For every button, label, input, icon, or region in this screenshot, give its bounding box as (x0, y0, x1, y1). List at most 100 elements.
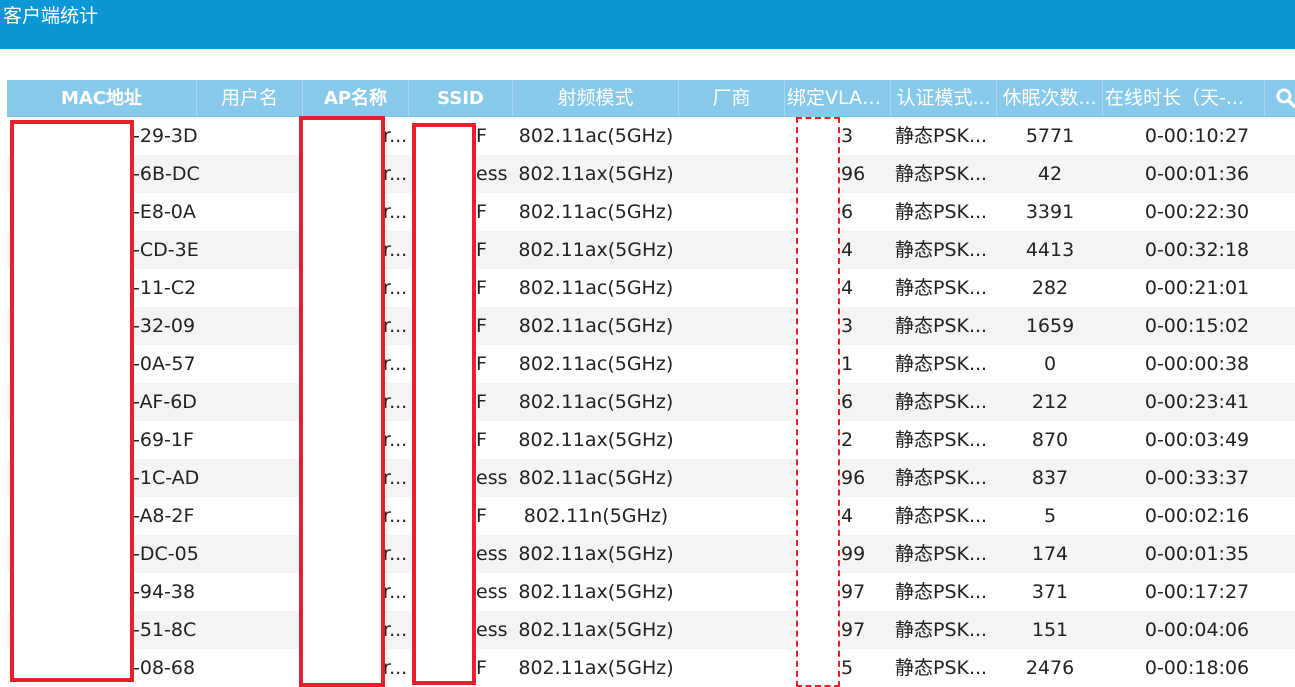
cell-mac: -CD-3E (133, 239, 199, 261)
cell-online: 0-00:04:06 (1144, 619, 1250, 641)
cell-vlan: 97 (841, 581, 866, 603)
cell-vlan: 99 (841, 543, 866, 565)
cell-online: 0-00:10:27 (1144, 125, 1250, 147)
cell-ap: r... (383, 657, 407, 679)
cell-radio: 802.11ax(5GHz) (518, 429, 674, 451)
column-header-mac[interactable]: MAC地址 (7, 80, 197, 117)
cell-auth: 静态PSK... (895, 543, 988, 565)
cell-sleep: 212 (1031, 391, 1069, 413)
cell-ap: r... (383, 429, 407, 451)
cell-online: 0-00:22:30 (1144, 201, 1250, 223)
redaction-box-mac (10, 120, 134, 682)
cell-online: 0-00:03:49 (1144, 429, 1250, 451)
cell-ap: r... (383, 581, 407, 603)
cell-auth: 静态PSK... (895, 315, 988, 337)
column-header-ssid[interactable]: SSID (409, 80, 513, 117)
cell-mac: -11-C2 (133, 277, 197, 299)
table-row[interactable]: -A8-2F r... F 802.11n(5GHz) 4 静态PSK... 5 0-00:0… (7, 497, 1295, 535)
cell-ssid: F (476, 125, 487, 147)
cell-auth: 静态PSK... (895, 657, 988, 679)
cell-auth: 静态PSK... (895, 581, 988, 603)
column-header-online-duration[interactable]: 在线时长（天-... (1103, 80, 1265, 117)
table-body: -29-3D r... F 802.11ac(5GHz) 3 静态PSK... 5771 0-… (7, 117, 1295, 687)
cell-online: 0-00:01:36 (1144, 163, 1250, 185)
window-titlebar: 客户端统计 (0, 0, 1295, 49)
cell-mac: -32-09 (133, 315, 196, 337)
cell-auth: 静态PSK... (895, 353, 988, 375)
table-header: MAC地址 用户名 AP名称 SSID 射频模式 厂商 绑定VLAN... 认证… (7, 80, 1295, 117)
cell-vlan: 4 (841, 239, 854, 261)
cell-radio: 802.11ax(5GHz) (518, 619, 674, 641)
cell-ssid: F (476, 201, 487, 223)
cell-mac: -0A-57 (133, 353, 196, 375)
table-row[interactable]: -94-38 r... ess 802.11ax(5GHz) 97 静态PSK... 371… (7, 573, 1295, 611)
column-header-vendor[interactable]: 厂商 (679, 80, 785, 117)
table-row[interactable]: -32-09 r... F 802.11ac(5GHz) 3 静态PSK... 1659 0-… (7, 307, 1295, 345)
table-row[interactable]: -6B-DC r... ess 802.11ax(5GHz) 96 静态PSK... 42 0… (7, 155, 1295, 193)
table-row[interactable]: -AF-6D r... F 802.11ac(5GHz) 6 静态PSK... 212 0-0… (7, 383, 1295, 421)
cell-sleep: 3391 (1025, 201, 1075, 223)
cell-online: 0-00:21:01 (1144, 277, 1250, 299)
cell-radio: 802.11ac(5GHz) (518, 277, 674, 299)
cell-vlan: 96 (841, 467, 866, 489)
cell-online: 0-00:32:18 (1144, 239, 1250, 261)
cell-ssid: F (476, 505, 487, 527)
table-row[interactable]: -CD-3E r... F 802.11ax(5GHz) 4 静态PSK... 4413 0-… (7, 231, 1295, 269)
cell-auth: 静态PSK... (895, 619, 988, 641)
column-header-sleep-count[interactable]: 休眠次数... (997, 80, 1103, 117)
table-row[interactable]: -69-1F r... F 802.11ax(5GHz) 2 静态PSK... 870 0-0… (7, 421, 1295, 459)
table-row[interactable]: -29-3D r... F 802.11ac(5GHz) 3 静态PSK... 5771 0-… (7, 117, 1295, 155)
table-row[interactable]: -DC-05 r... ess 802.11ax(5GHz) 99 静态PSK... 174… (7, 535, 1295, 573)
cell-ssid: F (476, 277, 487, 299)
table-row[interactable]: -08-68 r... F 802.11ax(5GHz) 5 静态PSK... 2476 0-… (7, 649, 1295, 687)
redaction-box-ap-name (299, 116, 385, 687)
cell-sleep: 282 (1031, 277, 1069, 299)
cell-vlan: 2 (841, 429, 854, 451)
cell-online: 0-00:33:37 (1144, 467, 1250, 489)
cell-sleep: 837 (1031, 467, 1069, 489)
cell-vlan: 96 (841, 163, 866, 185)
cell-online: 0-00:01:35 (1144, 543, 1250, 565)
window-title: 客户端统计 (3, 5, 99, 27)
cell-online: 0-00:02:16 (1144, 505, 1250, 527)
cell-sleep: 870 (1031, 429, 1069, 451)
table-row[interactable]: -0A-57 r... F 802.11ac(5GHz) 1 静态PSK... 0 0-00:… (7, 345, 1295, 383)
cell-radio: 802.11ax(5GHz) (518, 581, 674, 603)
cell-vlan: 5 (841, 657, 854, 679)
table-row[interactable]: -1C-AD r... ess 802.11ac(5GHz) 96 静态PSK... 837… (7, 459, 1295, 497)
redaction-box-ssid (412, 123, 476, 685)
table-row[interactable]: -E8-0A r... F 802.11ac(5GHz) 6 静态PSK... 3391 0-… (7, 193, 1295, 231)
cell-vlan: 4 (841, 277, 854, 299)
cell-ssid: F (476, 315, 487, 337)
table-row[interactable]: -11-C2 r... F 802.11ac(5GHz) 4 静态PSK... 282 0-0… (7, 269, 1295, 307)
column-header-username[interactable]: 用户名 (197, 80, 303, 117)
cell-ssid: ess (476, 467, 508, 489)
search-icon[interactable] (1276, 88, 1295, 108)
cell-radio: 802.11ac(5GHz) (518, 467, 674, 489)
cell-auth: 静态PSK... (895, 429, 988, 451)
cell-radio: 802.11ac(5GHz) (518, 201, 674, 223)
cell-sleep: 371 (1031, 581, 1069, 603)
cell-ap: r... (383, 619, 407, 641)
cell-sleep: 5771 (1025, 125, 1075, 147)
cell-auth: 静态PSK... (895, 505, 988, 527)
column-header-auth-mode[interactable]: 认证模式... (891, 80, 997, 117)
column-header-ap-name[interactable]: AP名称 (303, 80, 409, 117)
cell-sleep: 4413 (1025, 239, 1075, 261)
cell-mac: -08-68 (133, 657, 196, 679)
cell-mac: -DC-05 (133, 543, 199, 565)
cell-sleep: 5 (1043, 505, 1057, 527)
cell-sleep: 151 (1031, 619, 1069, 641)
cell-vlan: 3 (841, 315, 854, 337)
cell-vlan: 1 (841, 353, 854, 375)
cell-sleep: 42 (1037, 163, 1063, 185)
table-row[interactable]: -51-8C r... ess 802.11ax(5GHz) 97 静态PSK... 151… (7, 611, 1295, 649)
column-header-radio-mode[interactable]: 射频模式 (513, 80, 679, 117)
cell-radio: 802.11ax(5GHz) (518, 543, 674, 565)
cell-online: 0-00:23:41 (1144, 391, 1250, 413)
cell-sleep: 1659 (1025, 315, 1075, 337)
cell-mac: -69-1F (133, 429, 194, 451)
column-header-vlan[interactable]: 绑定VLAN... (785, 80, 891, 117)
cell-ap: r... (383, 391, 407, 413)
cell-auth: 静态PSK... (895, 467, 988, 489)
